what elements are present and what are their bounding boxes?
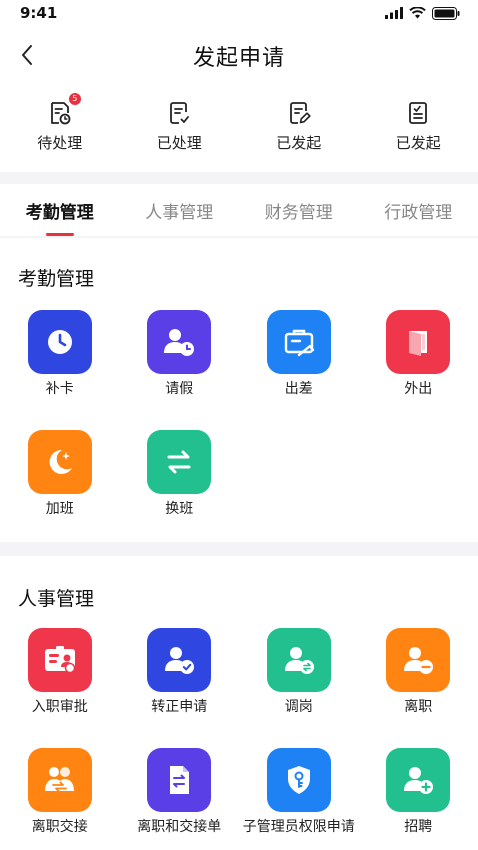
- quick-action-initiated[interactable]: 已发起: [239, 82, 359, 172]
- pending-doc-icon: 5: [47, 93, 81, 126]
- handover-icon: [27, 748, 92, 812]
- app-label: 外出: [404, 381, 433, 397]
- app-label: 离职和交接单: [137, 819, 222, 835]
- app-business-trip[interactable]: 出差: [239, 310, 359, 430]
- app-label: 加班: [45, 501, 74, 517]
- person-add-icon: [386, 748, 451, 812]
- category-tabs: 考勤管理 人事管理 财务管理 行政管理: [0, 184, 478, 236]
- app-leave[interactable]: 请假: [120, 310, 240, 430]
- briefcase-icon: [266, 310, 331, 374]
- shield-key-icon: [266, 748, 331, 812]
- app-label: 出差: [284, 381, 313, 397]
- pending-count-badge: 5: [68, 93, 81, 105]
- quick-action-label: 已发起: [276, 134, 322, 152]
- person-clock-icon: [147, 310, 212, 374]
- quick-action-label: 已处理: [156, 134, 202, 152]
- processed-doc-icon: [166, 100, 192, 126]
- tab-hr[interactable]: 人事管理: [120, 184, 240, 236]
- app-label: 换班: [165, 501, 194, 517]
- hr-section: 人事管理 入职审批 转正申请 调岗 离职 离职交接 离职和交接单 子管理员权限申…: [0, 556, 478, 850]
- tab-attendance[interactable]: 考勤管理: [0, 184, 120, 236]
- section-title: 人事管理: [18, 588, 95, 610]
- app-label: 转正申请: [151, 699, 208, 715]
- app-onboarding-approval[interactable]: 入职审批: [0, 628, 120, 748]
- app-sub-admin-permission[interactable]: 子管理员权限申请: [239, 748, 359, 850]
- nav-header: 发起申请: [0, 28, 478, 82]
- hr-grid: 入职审批 转正申请 调岗 离职 离职交接 离职和交接单 子管理员权限申请 招聘: [0, 628, 478, 850]
- app-label: 子管理员权限申请: [242, 819, 355, 835]
- quick-action-pending[interactable]: 5 待处理: [0, 82, 120, 172]
- app-resignation-handover[interactable]: 离职交接: [0, 748, 120, 850]
- app-resignation[interactable]: 离职: [359, 628, 478, 748]
- system-indicators: [385, 6, 460, 20]
- quick-action-initiated-list[interactable]: 已发起: [359, 82, 478, 172]
- app-transfer[interactable]: 调岗: [239, 628, 359, 748]
- exchange-doc-icon: [147, 748, 212, 812]
- app-overtime[interactable]: 加班: [0, 430, 120, 550]
- app-label: 离职交接: [31, 819, 88, 835]
- quick-action-label: 已发起: [395, 134, 441, 152]
- section-title: 考勤管理: [18, 268, 95, 290]
- person-transfer-icon: [266, 628, 331, 692]
- quick-action-processed[interactable]: 已处理: [120, 82, 240, 172]
- clock-icon: [27, 310, 92, 374]
- app-label: 入职审批: [31, 699, 88, 715]
- app-label: 离职: [404, 699, 433, 715]
- app-shift-swap[interactable]: 换班: [120, 430, 240, 550]
- person-check-icon: [147, 628, 212, 692]
- app-label: 请假: [165, 381, 194, 397]
- tab-finance[interactable]: 财务管理: [239, 184, 359, 236]
- moon-icon: [27, 430, 92, 494]
- status-bar: 9:41: [0, 0, 478, 28]
- initiated-doc-icon: [286, 100, 312, 126]
- signal-icon: [385, 7, 403, 19]
- person-minus-icon: [386, 628, 451, 692]
- status-time: 9:41: [20, 4, 58, 22]
- attendance-section: 考勤管理 补卡 请假 出差 外出 加班 换班: [0, 238, 478, 542]
- app-label: 调岗: [284, 699, 313, 715]
- door-icon: [386, 310, 451, 374]
- battery-icon: [432, 6, 460, 20]
- app-probation-confirmation[interactable]: 转正申请: [120, 628, 240, 748]
- app-label: 补卡: [45, 381, 74, 397]
- swap-icon: [147, 430, 212, 494]
- app-label: 招聘: [404, 819, 433, 835]
- wifi-icon: [409, 7, 426, 19]
- app-recruitment[interactable]: 招聘: [359, 748, 478, 850]
- page-title: 发起申请: [192, 46, 285, 71]
- attendance-grid: 补卡 请假 出差 外出 加班 换班: [0, 310, 478, 550]
- id-card-icon: [27, 628, 92, 692]
- initiated-list-icon: [405, 100, 431, 126]
- app-makeup-punch[interactable]: 补卡: [0, 310, 120, 430]
- tab-admin[interactable]: 行政管理: [359, 184, 478, 236]
- app-go-out[interactable]: 外出: [359, 310, 478, 430]
- app-resignation-handover-form[interactable]: 离职和交接单: [120, 748, 240, 850]
- quick-action-label: 待处理: [37, 134, 83, 152]
- quick-actions-bar: 5 待处理 已处理 已发起 已发起: [0, 82, 478, 172]
